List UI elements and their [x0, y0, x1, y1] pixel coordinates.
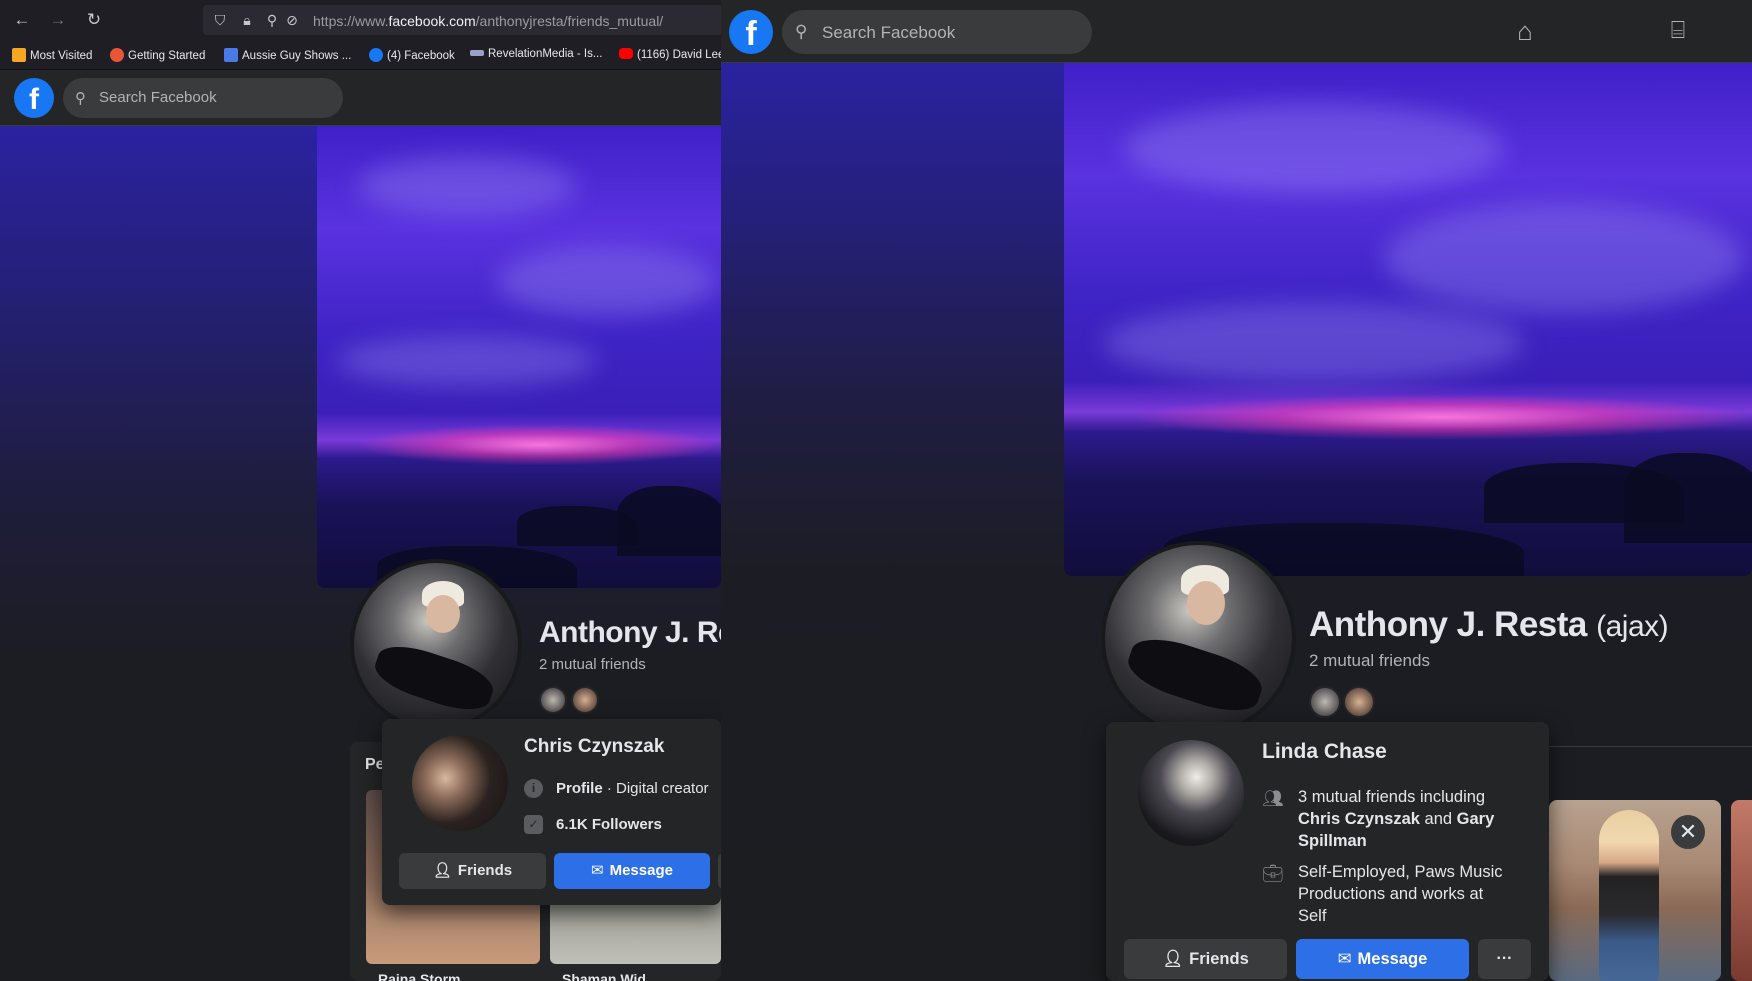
bookmark-youtube[interactable]: (1166) David Lee [619, 48, 721, 61]
hover-card-work-row: 💼︎ Self-Employed, Paws Music Productions… [1262, 863, 1503, 925]
camera-blocked-icon[interactable]: ⊘ [283, 11, 301, 29]
messenger-icon: ✉ [1337, 950, 1352, 968]
marketplace-icon[interactable]: ⌸ [1661, 14, 1695, 48]
profile-alternate-name: (ajax) [1596, 610, 1669, 643]
friend-check-icon: 👤︎ [432, 862, 452, 879]
search-placeholder: Search Facebook [99, 89, 217, 106]
cover-photo[interactable] [1064, 63, 1752, 576]
youtube-icon [619, 48, 633, 59]
profile-hover-card: Linda Chase 👥︎ 3 mutual friends includin… [1106, 722, 1549, 981]
person-name[interactable]: Shaman Wid [562, 971, 646, 981]
followers-icon: ✓ [524, 815, 543, 834]
shield-icon[interactable]: ⛉ [211, 11, 229, 29]
profile-hover-card: Chris Czynszak i Profile · Digital creat… [382, 719, 721, 905]
reload-icon[interactable]: ↻ [84, 10, 104, 30]
lock-icon[interactable]: 🔒︎ [238, 11, 256, 29]
search-placeholder: Search Facebook [822, 23, 956, 42]
bookmark-getting-started[interactable]: Getting Started [110, 48, 205, 62]
mutual-friends-count[interactable]: 2 mutual friends [539, 656, 646, 673]
back-arrow-icon[interactable]: ← [12, 10, 32, 30]
bookmark-icon [224, 48, 238, 62]
mutual-friend-avatar[interactable] [571, 686, 599, 714]
home-icon[interactable]: ⌂ [1508, 14, 1542, 48]
search-input[interactable]: ⚲ Search Facebook [782, 10, 1092, 54]
hover-card-profile-row: i Profile · Digital creator [524, 778, 721, 800]
permissions-icon[interactable]: ⚲ [263, 11, 281, 29]
profile-avatar[interactable] [1101, 541, 1296, 736]
hover-card-followers-row: ✓ 6.1K Followers [524, 814, 721, 836]
facebook-logo-icon[interactable]: f [729, 10, 773, 54]
mutual-friends-icon: 👥︎ [1262, 789, 1284, 808]
close-icon[interactable]: ✕ [1671, 815, 1705, 849]
gear-icon [12, 48, 26, 62]
bookmark-revelation-media[interactable]: RevelationMedia - Is... [470, 48, 602, 60]
hover-card-avatar[interactable] [1138, 740, 1244, 846]
messenger-icon: ✉ [591, 862, 604, 879]
bookmark-aussie-guy[interactable]: Aussie Guy Shows ... [224, 48, 351, 62]
friends-button[interactable]: 👤︎ Friends [1124, 939, 1287, 979]
info-icon: i [524, 779, 543, 798]
profile-name: Anthony J. Re [539, 616, 721, 649]
right-browser-window: f ⚲ Search Facebook ⌂ ⌸ Anthony J. Resta… [721, 0, 1752, 981]
profile-avatar[interactable] [350, 559, 522, 731]
screenshot-root: ← → ↻ ⛉ 🔒︎ ⚲ ⊘ https://www.facebook.com/… [0, 0, 1752, 981]
mutual-friend-avatar[interactable] [1343, 686, 1375, 718]
friends-button[interactable]: 👤︎ Friends [399, 853, 546, 889]
friend-check-icon: 👤︎ [1162, 950, 1184, 968]
mutual-friend-avatar[interactable] [1309, 686, 1341, 718]
hover-card-avatar[interactable] [412, 735, 508, 831]
facebook-header: f ⚲ Search Facebook ⌂ ⌸ [721, 0, 1752, 63]
more-options-button[interactable]: ··· [1478, 939, 1531, 979]
profile-name: Anthony J. Resta (ajax) [1309, 605, 1669, 644]
message-button[interactable]: ✉ Message [554, 853, 710, 889]
browser-toolbar: ← → ↻ ⛉ 🔒︎ ⚲ ⊘ https://www.facebook.com/… [0, 0, 721, 40]
rm-icon [470, 50, 484, 56]
url-text[interactable]: https://www.facebook.com/anthonyjresta/f… [313, 13, 663, 29]
mutual-friend-avatar[interactable] [539, 686, 567, 714]
forward-arrow-icon[interactable]: → [48, 10, 68, 30]
firefox-icon [110, 48, 124, 62]
cover-photo[interactable] [317, 126, 721, 588]
hover-card-mutual-row: 👥︎ 3 mutual friends including Chris Czyn… [1262, 788, 1495, 850]
hover-card-name[interactable]: Linda Chase [1262, 740, 1387, 764]
facebook-logo-icon[interactable]: f [14, 78, 54, 118]
hover-card-name[interactable]: Chris Czynszak [524, 736, 664, 758]
search-input[interactable]: ⚲ Search Facebook [63, 78, 343, 118]
bookmarks-toolbar: Most Visited Getting Started Aussie Guy … [0, 40, 721, 70]
suggested-person-photo-partial[interactable] [1731, 800, 1752, 981]
bookmark-facebook[interactable]: (4) Facebook [369, 48, 455, 62]
mutual-friends-count[interactable]: 2 mutual friends [1309, 651, 1430, 671]
briefcase-icon: 💼︎ [1262, 864, 1284, 883]
facebook-icon [369, 48, 383, 62]
message-button[interactable]: ✉ Message [1296, 939, 1469, 979]
address-bar[interactable]: ⛉ 🔒︎ ⚲ ⊘ https://www.facebook.com/anthon… [203, 5, 721, 35]
facebook-header: f ⚲ Search Facebook [0, 70, 721, 126]
search-icon: ⚲ [795, 22, 808, 41]
bookmark-most-visited[interactable]: Most Visited [12, 48, 92, 62]
mutual-friend-link[interactable]: Chris Czynszak [1298, 810, 1420, 828]
search-icon: ⚲ [75, 90, 86, 107]
person-name[interactable]: Raina Storm [378, 971, 460, 981]
left-browser-window: ← → ↻ ⛉ 🔒︎ ⚲ ⊘ https://www.facebook.com/… [0, 0, 721, 981]
